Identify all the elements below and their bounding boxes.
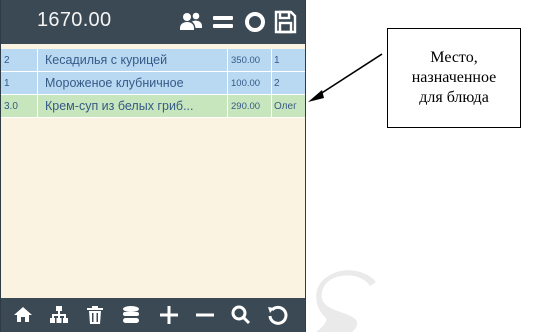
price-cell: 100.00 (231, 78, 261, 89)
top-toolbar: 1670.00 (1, 0, 305, 44)
seat-cell: 1 (4, 78, 10, 89)
order-row[interactable]: 1 Мороженое клубничное 100.00 2 (1, 72, 305, 95)
callout-arrow (308, 53, 383, 102)
seat-cell: 2 (4, 55, 10, 66)
menu-icon[interactable] (209, 8, 237, 36)
trash-icon[interactable] (83, 303, 107, 327)
callout-line: для блюда (419, 89, 489, 106)
order-row[interactable]: 2 Кесадилья с курицей 350.00 1 (1, 49, 305, 72)
callout-line: назначенное (411, 69, 497, 86)
plus-icon[interactable] (157, 303, 181, 327)
bottom-toolbar (1, 298, 305, 332)
order-total: 1670.00 (37, 9, 112, 31)
search-icon[interactable] (229, 303, 253, 327)
dish-name-cell: Кесадилья с курицей (45, 53, 168, 67)
phone-screen: 1670.00 2 Кесадилья с курицей 350.00 1 1… (0, 0, 306, 332)
price-cell: 350.00 (231, 55, 261, 66)
seat-cell: 3.0 (4, 101, 18, 112)
dish-name-cell: Крем-суп из белых гриб... (45, 99, 194, 113)
price-cell: 290.00 (231, 101, 261, 112)
callout-text: Место, назначенное для блюда (394, 48, 514, 108)
people-icon[interactable] (177, 8, 205, 36)
home-icon[interactable] (11, 303, 35, 327)
settings-icon[interactable] (241, 8, 269, 36)
hierarchy-icon[interactable] (47, 303, 71, 327)
watermark-shape (316, 270, 376, 332)
callout-box: Место, назначенное для блюда (387, 28, 521, 128)
callout-line: Место, (430, 49, 478, 66)
minus-icon[interactable] (193, 303, 217, 327)
undo-icon[interactable] (265, 303, 289, 327)
order-row[interactable]: 3.0 Крем-суп из белых гриб... 290.00 Оле… (1, 95, 305, 118)
save-icon[interactable] (271, 8, 299, 36)
dish-name-cell: Мороженое клубничное (45, 76, 184, 90)
database-icon[interactable] (119, 303, 143, 327)
